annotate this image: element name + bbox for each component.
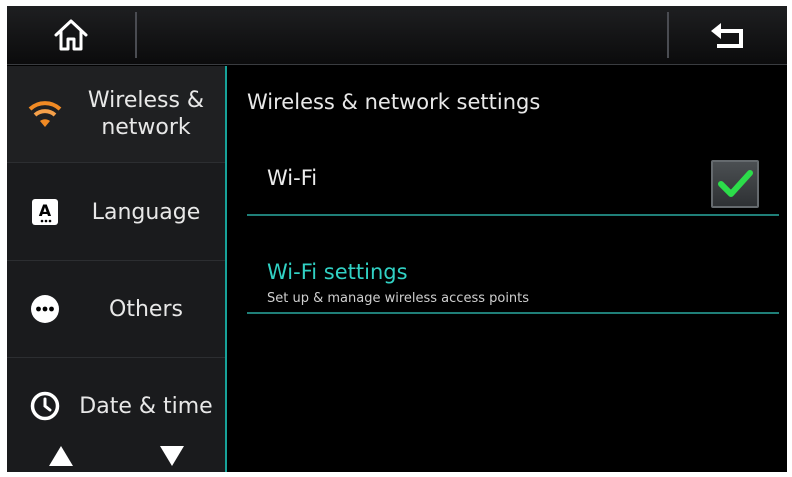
language-icon: A xyxy=(27,194,63,230)
sidebar-item-label-line: network xyxy=(101,115,191,140)
sidebar-item-others[interactable]: Others xyxy=(7,261,225,358)
wifi-icon xyxy=(27,96,63,132)
sidebar-item-language[interactable]: A Language xyxy=(7,164,225,261)
svg-text:A: A xyxy=(39,201,52,220)
sidebar-item-date-time[interactable]: Date & time xyxy=(7,358,225,454)
home-button[interactable] xyxy=(7,6,135,64)
wifi-checkbox[interactable] xyxy=(711,160,759,208)
home-icon xyxy=(54,19,88,51)
wifi-toggle-row[interactable]: Wi-Fi xyxy=(247,152,779,216)
top-bar xyxy=(7,6,787,65)
wifi-settings-title: Wi-Fi settings xyxy=(267,260,408,284)
triangle-down-icon[interactable] xyxy=(160,446,184,466)
settings-screen: Wireless & network A Language Others Dat… xyxy=(7,6,787,472)
back-arrow-icon xyxy=(711,23,743,48)
clock-icon xyxy=(27,388,63,424)
back-button[interactable] xyxy=(669,6,787,64)
sidebar-item-wireless-network[interactable]: Wireless & network xyxy=(7,66,225,163)
settings-main-panel: Wireless & network settings Wi-Fi Wi-Fi … xyxy=(227,66,787,472)
section-title: Wireless & network settings xyxy=(247,90,541,114)
triangle-up-icon[interactable] xyxy=(49,446,73,466)
sidebar-item-label: Wireless & network xyxy=(77,87,215,141)
wifi-settings-subtitle: Set up & manage wireless access points xyxy=(267,291,530,306)
sidebar-item-label: Date & time xyxy=(79,393,213,419)
sidebar-item-label-line: Wireless & xyxy=(87,88,205,113)
sidebar-item-label: Language xyxy=(91,199,201,225)
more-dots-icon xyxy=(27,291,63,327)
sidebar-item-label: Others xyxy=(109,296,183,322)
checkmark-icon xyxy=(718,170,753,197)
wifi-label: Wi-Fi xyxy=(267,166,318,190)
sidebar-scroll-controls xyxy=(7,442,225,472)
settings-sidebar: Wireless & network A Language Others Dat… xyxy=(7,66,227,472)
wifi-settings-row[interactable]: Wi-Fi settings Set up & manage wireless … xyxy=(247,246,779,314)
top-bar-divider xyxy=(135,12,137,58)
